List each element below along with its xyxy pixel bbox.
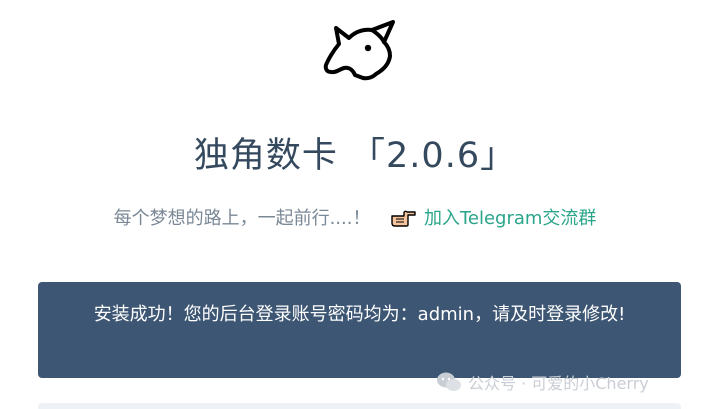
pointing-hand-icon bbox=[391, 210, 416, 227]
watermark: 公众号 · 可爱的小Cherry bbox=[436, 368, 649, 396]
slogan-text: 每个梦想的路上，一起前行....！ bbox=[113, 208, 371, 229]
page-title: 独角数卡 「2.0.6」 bbox=[193, 136, 517, 176]
telegram-group-link[interactable]: 加入Telegram交流群 bbox=[424, 208, 596, 229]
next-panel-edge bbox=[38, 403, 681, 409]
subtitle-line: 每个梦想的路上，一起前行....！ 加入Telegram交流群 bbox=[0, 205, 710, 233]
wechat-icon bbox=[437, 372, 461, 391]
unicorn-head-icon bbox=[323, 20, 395, 81]
watermark-text: 公众号 · 可爱的小Cherry bbox=[468, 374, 649, 393]
alert-message: 安装成功！您的后台登录账号密码均为：admin，请及时登录修改! bbox=[93, 304, 626, 325]
install-success-alert: 安装成功！您的后台登录账号密码均为：admin，请及时登录修改! bbox=[38, 282, 681, 378]
